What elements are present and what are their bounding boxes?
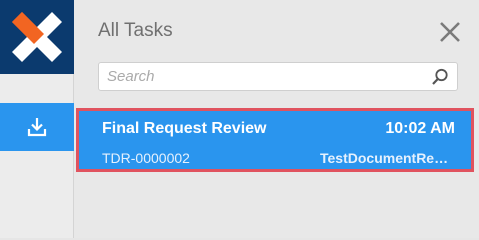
tasks-panel: All Tasks Final Request Review 10:02 AM … (74, 0, 479, 238)
search-icon[interactable] (431, 68, 449, 86)
search-box (98, 62, 458, 91)
app-window: All Tasks Final Request Review 10:02 AM … (0, 0, 479, 238)
task-name: Final Request Review (102, 120, 267, 137)
task-id: TDR-0000002 (102, 150, 190, 166)
app-logo-icon (12, 12, 62, 62)
left-rail (0, 0, 74, 238)
search-input[interactable] (99, 63, 419, 90)
task-time: 10:02 AM (385, 120, 455, 137)
panel-title: All Tasks (98, 20, 173, 41)
download-button[interactable] (0, 103, 74, 151)
task-document: TestDocumentRequest (320, 150, 455, 166)
download-icon (27, 118, 47, 137)
close-icon[interactable] (438, 20, 462, 44)
app-logo[interactable] (0, 0, 74, 74)
task-item[interactable]: Final Request Review 10:02 AM TDR-000000… (76, 108, 474, 172)
